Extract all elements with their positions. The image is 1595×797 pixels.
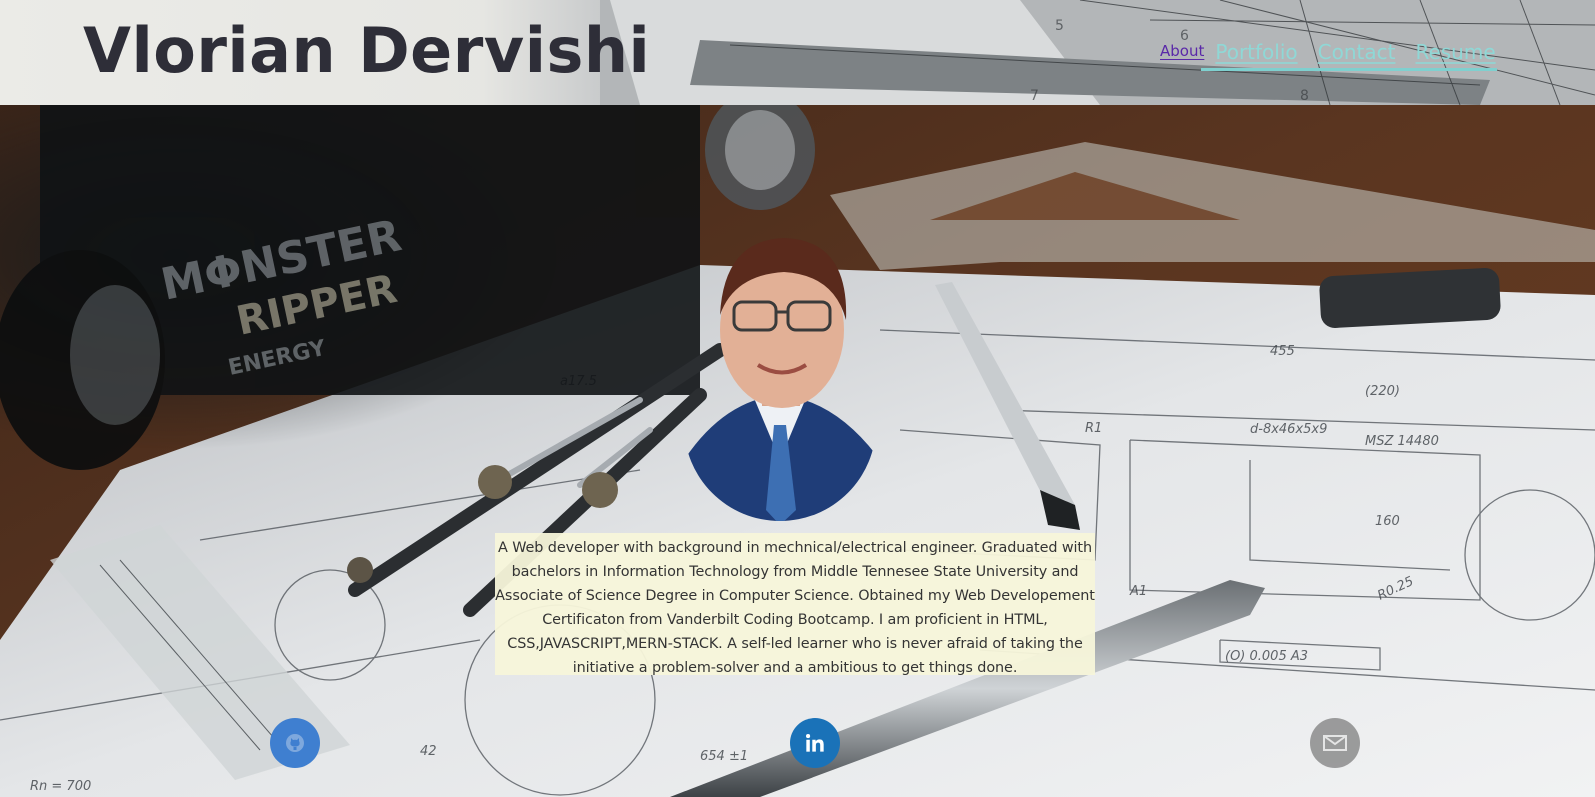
- svg-text:A1: A1: [1129, 584, 1147, 599]
- svg-text:8: 8: [1300, 88, 1309, 104]
- profile-photo: [684, 238, 876, 521]
- nav-underline: [1201, 68, 1497, 71]
- svg-text:d-8x46x5x9: d-8x46x5x9: [1250, 422, 1327, 437]
- main-nav: About Portfolio Contact Resume: [1160, 40, 1496, 70]
- page: 455 (220) d-8x46x5x9 MSZ 14480 160 R0.25…: [0, 0, 1595, 797]
- svg-text:42: 42: [420, 744, 437, 759]
- email-link[interactable]: [1310, 718, 1360, 768]
- bio-text: A Web developer with background in mechn…: [495, 533, 1095, 676]
- nav-link-contact[interactable]: Contact: [1318, 40, 1396, 64]
- svg-text:R1: R1: [1085, 421, 1102, 436]
- envelope-icon: [1323, 735, 1347, 751]
- svg-text:160: 160: [1375, 514, 1400, 529]
- svg-text:455: 455: [1270, 344, 1295, 359]
- nav-link-portfolio[interactable]: Portfolio: [1215, 40, 1297, 64]
- svg-text:(220): (220): [1365, 384, 1400, 399]
- svg-text:(O) 0.005 A3: (O) 0.005 A3: [1225, 649, 1308, 664]
- nav-link-resume[interactable]: Resume: [1415, 40, 1495, 64]
- github-icon: [286, 734, 304, 752]
- svg-text:5: 5: [1055, 18, 1064, 34]
- github-link[interactable]: [270, 718, 320, 768]
- site-title[interactable]: Vlorian Dervishi: [83, 14, 650, 88]
- svg-text:Rn = 700: Rn = 700: [30, 779, 91, 794]
- svg-text:MSZ 14480: MSZ 14480: [1365, 434, 1439, 449]
- nav-link-about[interactable]: About: [1160, 42, 1204, 60]
- svg-text:7: 7: [1030, 88, 1039, 104]
- svg-text:654 ±1: 654 ±1: [700, 749, 748, 764]
- linkedin-link[interactable]: [790, 718, 840, 768]
- site-header: 5 6 8 7 Vlorian Dervishi About Portfolio…: [0, 0, 1595, 105]
- linkedin-icon: [806, 734, 824, 752]
